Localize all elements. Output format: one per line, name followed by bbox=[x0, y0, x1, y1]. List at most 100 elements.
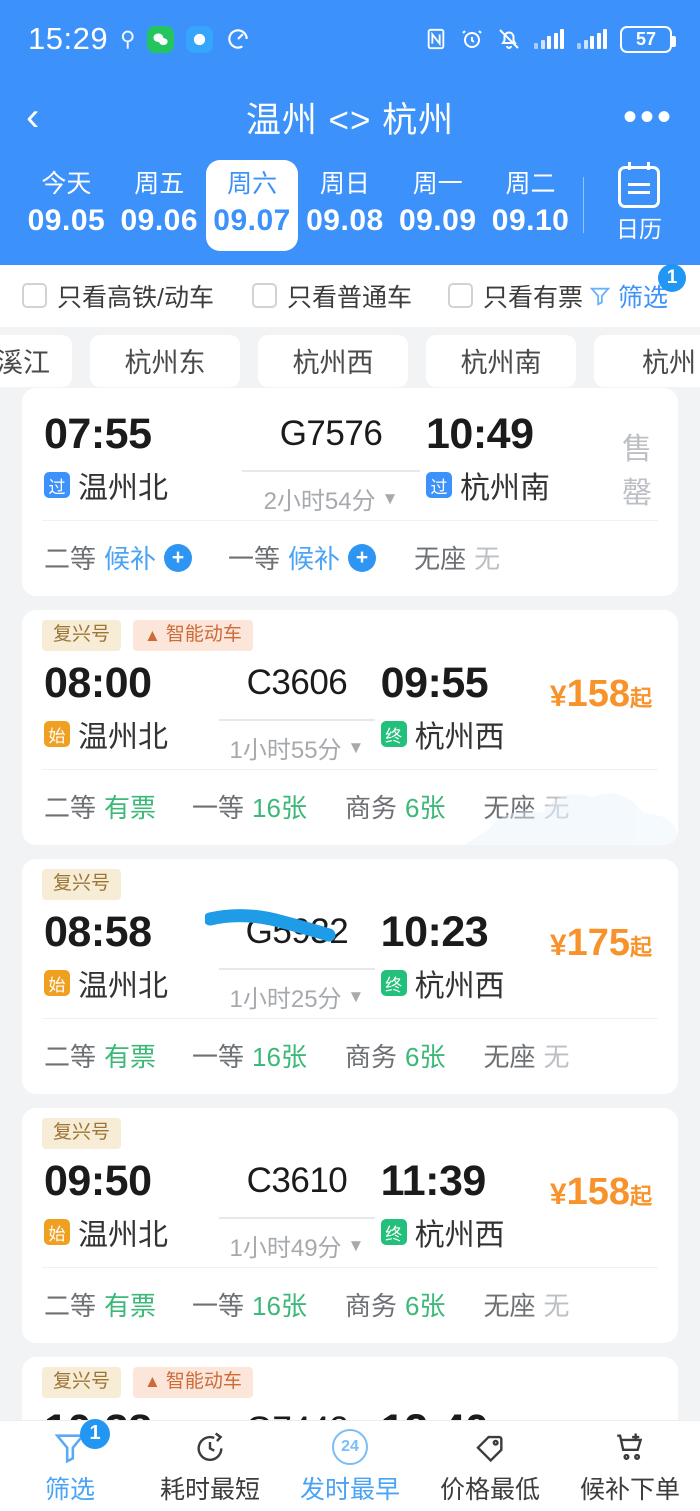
train-number-column[interactable]: G7442 2小时2分 ▼ bbox=[213, 1406, 380, 1420]
station-chip-2[interactable]: 杭州西 bbox=[258, 334, 408, 387]
plus-icon[interactable]: + bbox=[348, 543, 377, 572]
date-tab-3[interactable]: 周日 09.08 bbox=[298, 160, 391, 251]
seat-class-item: 无座 无 bbox=[414, 539, 500, 576]
checkbox-highspeed[interactable]: 只看高铁/动车 bbox=[22, 278, 214, 314]
seat-class-item[interactable]: 商务 6张 bbox=[345, 1037, 445, 1074]
signal-bars-icon bbox=[534, 29, 564, 49]
station-chip-0[interactable]: 溪江 bbox=[0, 334, 72, 387]
date-tab-2[interactable]: 周六 09.07 bbox=[205, 160, 299, 251]
filter-link[interactable]: 筛选 1 bbox=[589, 263, 686, 314]
train-main-row: 07:55 过 温州北 G7576 2小时54分 ▼ 10:49 过 杭州南 售… bbox=[22, 388, 678, 520]
seat-class-value: 无 bbox=[543, 793, 570, 824]
station-chip-4[interactable]: 杭州 bbox=[594, 334, 700, 387]
tag-label: 智能动车 bbox=[165, 624, 242, 646]
train-card[interactable]: 07:55 过 温州北 G7576 2小时54分 ▼ 10:49 过 杭州南 售… bbox=[22, 388, 678, 597]
calendar-button[interactable]: 日历 bbox=[598, 162, 680, 244]
checkbox-label: 只看普通车 bbox=[286, 283, 412, 312]
checkbox-box[interactable] bbox=[447, 283, 473, 309]
station-chip-row[interactable]: 溪江 杭州东 杭州西 杭州南 杭州 bbox=[0, 326, 700, 395]
date-value: 09.07 bbox=[213, 204, 291, 238]
date-tab-1[interactable]: 周五 09.06 bbox=[113, 160, 206, 251]
seat-class-item[interactable]: 商务 6张 bbox=[345, 788, 445, 825]
seat-class-item[interactable]: 二等 有票 bbox=[44, 1037, 156, 1074]
seat-class-item[interactable]: 一等 16张 bbox=[192, 788, 307, 825]
seat-row: 二等 有票 一等 16张 商务 6张 无座 无 bbox=[22, 1019, 678, 1094]
station-type-badge: 始 bbox=[44, 970, 70, 997]
date-tab-5[interactable]: 周二 09.10 bbox=[484, 160, 577, 251]
train-icon: ▲ bbox=[144, 1372, 161, 1392]
train-tag-row: 复兴号 ▲ 智能动车 bbox=[22, 610, 678, 651]
seat-class-item[interactable]: 商务 6张 bbox=[345, 1286, 445, 1323]
chevron-down-icon[interactable]: ▼ bbox=[348, 738, 365, 758]
chevron-down-icon[interactable]: ▼ bbox=[348, 1236, 365, 1256]
seat-class-item[interactable]: 二等 有票 bbox=[44, 1286, 156, 1323]
train-card[interactable]: 复兴号 09:50 始 温州北 C3610 1小时49分 ▼ 11:39 终 杭… bbox=[22, 1108, 678, 1344]
chevron-down-icon[interactable]: ▼ bbox=[348, 987, 365, 1007]
checkbox-label: 只看高铁/动车 bbox=[57, 283, 214, 312]
app-blue-icon bbox=[186, 25, 214, 53]
status-bar: 15:29 ⚲ 57 bbox=[0, 0, 700, 78]
duration-row[interactable]: 2小时54分 ▼ bbox=[236, 481, 426, 516]
train-card[interactable]: 复兴号 08:58 始 温州北 G5932 1小时25分 ▼ 10:23 终 杭… bbox=[22, 859, 678, 1095]
back-icon[interactable]: ‹ bbox=[26, 97, 39, 137]
train-result-list[interactable]: 07:55 过 温州北 G7576 2小时54分 ▼ 10:49 过 杭州南 售… bbox=[0, 386, 700, 1420]
train-number-column[interactable]: G5932 1小时25分 ▼ bbox=[213, 908, 380, 1014]
train-card[interactable]: 复兴号 ▲智能动车 10:38 始 温州北 G7442 2小时2分 ▼ bbox=[22, 1357, 678, 1420]
arrive-time: 12:40 bbox=[381, 1406, 550, 1420]
depart-time: 07:55 bbox=[44, 410, 152, 458]
date-tab-0[interactable]: 今天 09.05 bbox=[20, 160, 113, 251]
seat-class-value: 6张 bbox=[404, 1291, 446, 1322]
checkbox-hasticket[interactable]: 只看有票 bbox=[447, 278, 583, 314]
duration-line bbox=[219, 1217, 375, 1220]
chevron-down-icon[interactable]: ▼ bbox=[382, 489, 399, 509]
bottom-nav-waitlist-order[interactable]: 候补下单 bbox=[560, 1427, 700, 1506]
seat-class-item[interactable]: 一等 候补 + bbox=[228, 539, 377, 576]
bottom-nav-lowest-price[interactable]: 价格最低 bbox=[420, 1427, 560, 1506]
nav-label: 候补下单 bbox=[579, 1475, 680, 1504]
seat-class-item[interactable]: 二等 有票 bbox=[44, 788, 156, 825]
checkbox-normal[interactable]: 只看普通车 bbox=[251, 278, 412, 314]
duration-text: 1小时55分 bbox=[229, 737, 342, 765]
seat-class-item: 无座 无 bbox=[483, 1286, 569, 1323]
station-type-badge: 过 bbox=[426, 472, 452, 499]
station-chip-3[interactable]: 杭州南 bbox=[426, 334, 576, 387]
price-label: ¥158起 bbox=[550, 673, 652, 715]
bottom-nav-shortest[interactable]: 耗时最短 bbox=[140, 1427, 280, 1506]
train-number-column[interactable]: C3606 1小时55分 ▼ bbox=[213, 659, 380, 765]
checkbox-box[interactable] bbox=[251, 283, 277, 309]
seat-class-name: 一等 bbox=[192, 1291, 245, 1322]
date-value: 09.05 bbox=[27, 204, 106, 238]
duration-row[interactable]: 1小时25分 ▼ bbox=[213, 979, 380, 1014]
bottom-nav-filter[interactable]: 1 筛选 bbox=[0, 1418, 140, 1506]
filter-badge: 1 bbox=[658, 263, 686, 292]
price-value: 175 bbox=[566, 921, 630, 964]
bottom-nav-earliest[interactable]: 24 发时最早 bbox=[280, 1427, 420, 1506]
date-value: 09.09 bbox=[398, 204, 477, 238]
seat-class-item[interactable]: 一等 16张 bbox=[192, 1286, 307, 1323]
checkbox-box[interactable] bbox=[22, 283, 47, 309]
station-type-badge: 始 bbox=[44, 721, 70, 748]
station-chip-1[interactable]: 杭州东 bbox=[90, 334, 240, 387]
train-number-column[interactable]: G7576 2小时54分 ▼ bbox=[236, 410, 426, 516]
currency-symbol: ¥ bbox=[549, 1177, 567, 1211]
seat-class-value: 候补 bbox=[288, 544, 341, 575]
plus-icon[interactable]: + bbox=[164, 543, 193, 572]
duration-row[interactable]: 1小时55分 ▼ bbox=[213, 730, 380, 765]
more-options-icon[interactable]: ••• bbox=[623, 97, 674, 137]
train-search-screen: 15:29 ⚲ 57 ‹ 温州 <> 杭州 ••• 今天 09.05 周五 09… bbox=[0, 0, 700, 1511]
price-label: ¥175起 bbox=[550, 922, 652, 964]
duration-line bbox=[219, 968, 375, 971]
seat-class-item[interactable]: 一等 16张 bbox=[192, 1037, 307, 1074]
checkbox-label: 只看有票 bbox=[482, 283, 583, 312]
duration-text: 1小时49分 bbox=[229, 1235, 342, 1263]
date-weekday: 周二 bbox=[505, 170, 556, 198]
price-label: ¥158起 bbox=[550, 1171, 652, 1213]
train-card[interactable]: 复兴号 ▲ 智能动车 08:00 始 温州北 C3606 1小时55分 ▼ 09… bbox=[22, 610, 678, 846]
depart-column: 09:50 始 温州北 bbox=[44, 1157, 213, 1254]
duration-row[interactable]: 1小时49分 ▼ bbox=[213, 1228, 380, 1263]
train-number-column[interactable]: C3610 1小时49分 ▼ bbox=[213, 1157, 380, 1263]
seat-class-name: 无座 bbox=[483, 1042, 536, 1073]
date-tab-4[interactable]: 周一 09.09 bbox=[391, 160, 484, 251]
arrive-station: 杭州西 bbox=[414, 721, 505, 755]
seat-class-item[interactable]: 二等 候补 + bbox=[44, 539, 193, 576]
